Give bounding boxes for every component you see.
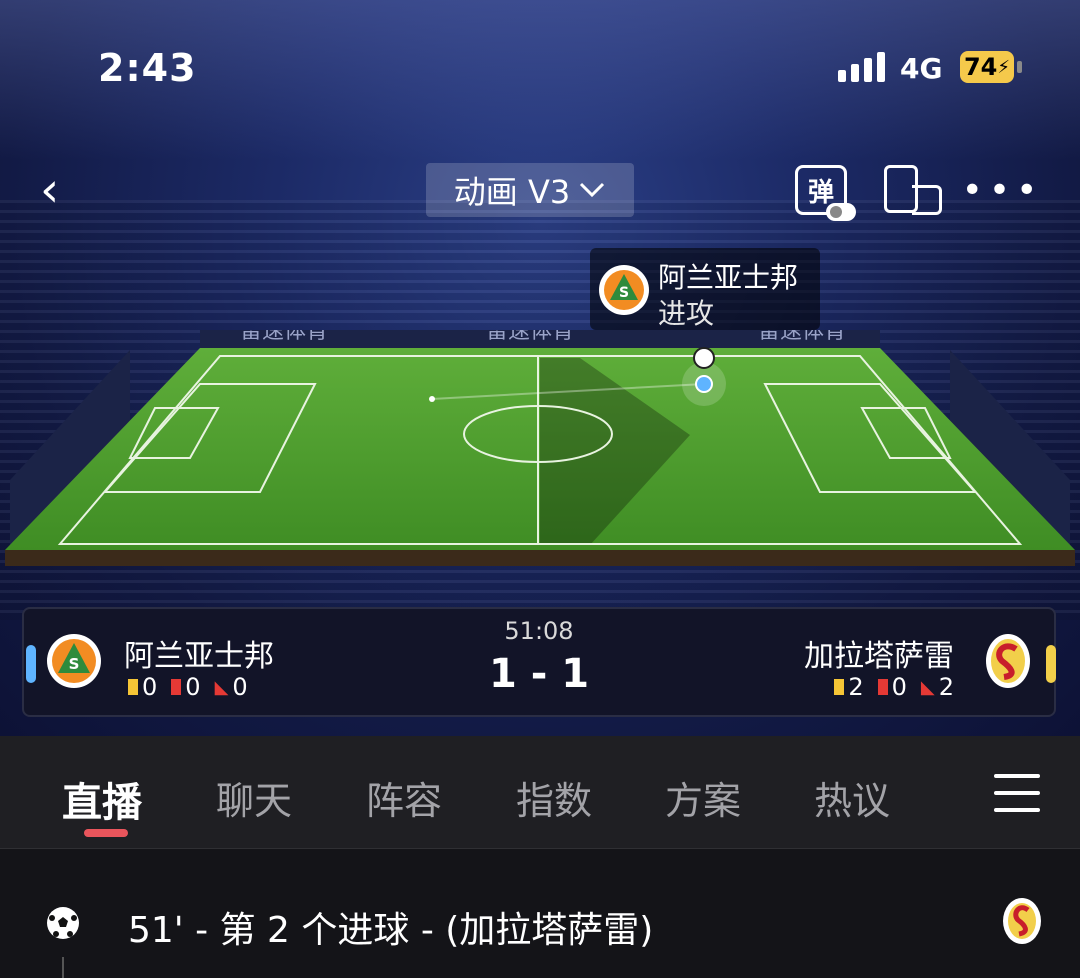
galatasaray-logo <box>1003 898 1041 944</box>
tab-discussion[interactable]: 热议 <box>814 770 890 825</box>
tab-plans[interactable]: 方案 <box>665 770 741 825</box>
svg-text:S: S <box>619 285 629 301</box>
pitch-edge <box>5 550 1075 566</box>
list-item: 51' - 第 2 个进球 - (加拉塔萨雷) <box>0 849 1080 978</box>
tab-lineup[interactable]: 阵容 <box>366 770 442 825</box>
away-color-bar <box>1046 645 1056 683</box>
event-popup: S 阿兰亚士邦 进攻 <box>590 248 820 330</box>
battery-level: 74 <box>963 53 998 81</box>
more-icon[interactable]: ••• <box>962 165 1038 215</box>
away-stats: 2 0 ◣ 2 <box>834 673 954 701</box>
version-selector[interactable]: 动画 V3 <box>426 163 634 217</box>
brand-text: 雷速体育 <box>240 330 328 344</box>
scoreboard: S 阿兰亚士邦 0 0 ◣ 0 51:08 1 - 1 加拉塔萨雷 2 0 ◣ 2 <box>22 607 1056 717</box>
signal-icon <box>838 52 885 82</box>
brand-text: 雷速体育 <box>758 330 846 344</box>
popup-team: 阿兰亚士邦 <box>658 261 799 294</box>
tab-active-indicator <box>84 829 128 837</box>
back-icon[interactable]: ‹ <box>40 165 80 215</box>
soccer-ball-icon <box>47 907 79 939</box>
battery-tip <box>1017 61 1022 73</box>
yellow-card-icon <box>834 679 845 695</box>
status-time: 2:43 <box>98 46 197 90</box>
away-corners: 2 <box>938 673 954 701</box>
corner-flag-icon: ◣ <box>920 676 935 698</box>
tab-live[interactable]: 直播 <box>62 770 142 828</box>
battery-icon: 74 ⚡ <box>960 51 1014 83</box>
brand-text: 雷速体育 <box>486 330 574 344</box>
popup-action: 进攻 <box>658 297 715 330</box>
away-team-name: 加拉塔萨雷 <box>804 639 954 674</box>
alanyaspor-logo: S <box>599 265 649 315</box>
away-red: 0 <box>891 673 907 701</box>
screen-switch-icon-part <box>912 185 942 215</box>
away-yellow: 2 <box>848 673 864 701</box>
event-text: 51' - 第 2 个进球 - (加拉塔萨雷) <box>128 910 654 951</box>
tab-bar: 直播 聊天 阵容 指数 方案 热议 <box>0 736 1080 849</box>
red-card-icon <box>877 679 888 695</box>
tab-odds[interactable]: 指数 <box>516 770 592 825</box>
tab-chat[interactable]: 聊天 <box>216 770 292 825</box>
away-team-logo <box>986 634 1030 688</box>
timeline-line <box>62 957 64 978</box>
menu-icon[interactable] <box>994 774 1040 812</box>
danmu-switch-icon <box>826 203 856 221</box>
network-type: 4G <box>900 52 943 85</box>
ball <box>693 347 715 369</box>
version-label: 动画 V3 <box>453 173 571 211</box>
chevron-down-icon <box>580 182 605 198</box>
pitch-animation: 雷速体育 雷速体育 雷速体育 <box>5 330 1075 566</box>
